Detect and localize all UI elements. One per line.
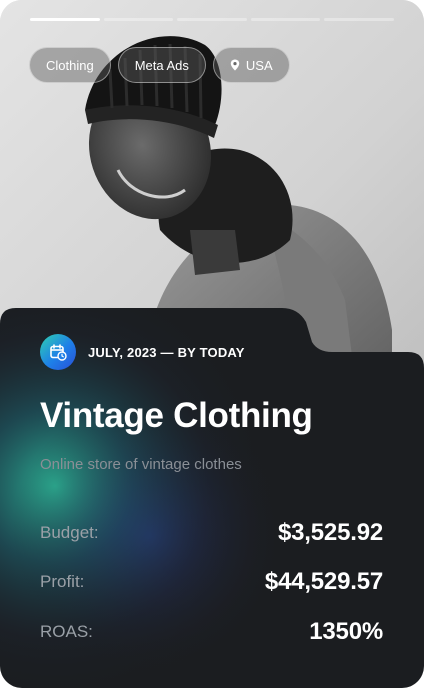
progress-segment: [103, 18, 174, 21]
stat-roas: ROAS: 1350%: [40, 618, 383, 646]
progress-segment: [177, 18, 247, 21]
stat-value: $3,525.92: [278, 519, 383, 546]
progress-segment: [30, 18, 100, 21]
progress-segment: [324, 18, 394, 21]
campaign-subtitle: Online store of vintage clothes: [40, 456, 242, 473]
progress-segment: [250, 18, 321, 21]
tag-label: Clothing: [46, 57, 94, 73]
campaign-date: JULY, 2023 — BY TODAY: [88, 344, 245, 360]
location-pin-icon: [230, 59, 240, 71]
tag-meta-ads[interactable]: Meta Ads: [117, 47, 206, 83]
stat-label: Profit:: [40, 572, 85, 591]
stat-label: Budget:: [40, 523, 99, 542]
stat-profit: Profit: $44,529.57: [40, 568, 383, 596]
stat-budget: Budget: $3,525.92: [40, 519, 383, 547]
calendar-clock-icon: [40, 334, 76, 370]
progress-fill: [30, 18, 100, 21]
tag-label: USA: [245, 57, 273, 73]
tag-usa[interactable]: USA: [212, 47, 290, 83]
campaign-date-row: JULY, 2023 — BY TODAY: [40, 334, 245, 370]
stat-label: ROAS:: [40, 622, 93, 641]
campaign-title: Vintage Clothing: [40, 396, 313, 435]
campaign-story-card[interactable]: Clothing Meta Ads USA JULY, 2023 — BY TO…: [0, 0, 424, 688]
tag-list: Clothing Meta Ads USA: [29, 47, 290, 83]
campaign-info-panel: JULY, 2023 — BY TODAY Vintage Clothing O…: [0, 306, 424, 688]
tag-label: Meta Ads: [134, 57, 189, 73]
tag-clothing[interactable]: Clothing: [29, 47, 111, 83]
stat-value: 1350%: [309, 618, 383, 645]
story-progress: [30, 18, 394, 21]
stat-value: $44,529.57: [264, 568, 383, 595]
